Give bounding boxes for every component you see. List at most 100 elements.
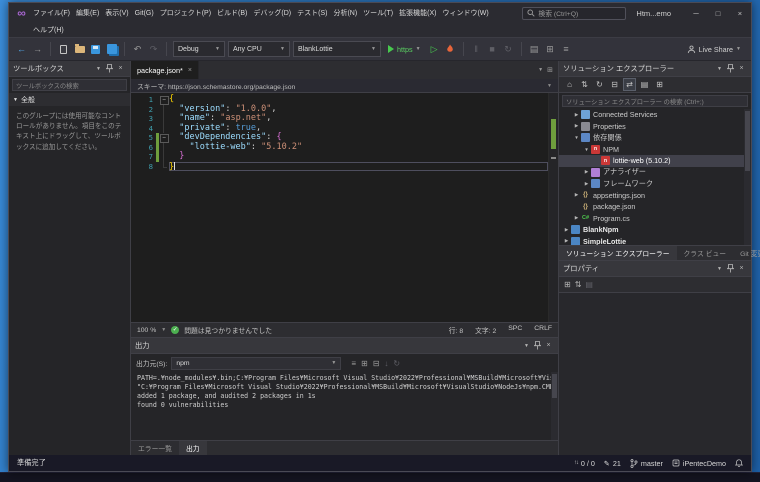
- expander-icon[interactable]: ▶: [573, 215, 580, 221]
- problems-status[interactable]: 問題は見つかりませんでした: [184, 325, 272, 335]
- tree-item-Connected-Services[interactable]: ▶ Connected Services: [559, 109, 751, 121]
- tab-出力[interactable]: 出力: [178, 441, 207, 455]
- tree-item-SimpleLottie[interactable]: ▶ SimpleLottie: [559, 236, 751, 245]
- pin-icon[interactable]: [725, 264, 736, 273]
- scroll-lock-icon[interactable]: ↓: [384, 359, 388, 368]
- tree-item-NPM[interactable]: ▼ n NPM: [559, 144, 751, 156]
- redo-icon[interactable]: ↷: [147, 42, 160, 57]
- repository-button[interactable]: iPentecDemo: [672, 459, 726, 468]
- menu-item[interactable]: ファイル(F): [30, 6, 73, 20]
- menu-item[interactable]: ウィンドウ(W): [439, 6, 491, 20]
- close-panel-icon[interactable]: ×: [736, 265, 747, 272]
- output-source-select[interactable]: npm ▼: [171, 356, 342, 370]
- tree-item-package.json[interactable]: {} package.json: [559, 201, 751, 213]
- word-wrap-icon[interactable]: ≡: [351, 359, 356, 368]
- show-all-files-icon[interactable]: ▤: [638, 78, 651, 91]
- menu-item[interactable]: 編集(E): [73, 6, 102, 20]
- clear-all-icon[interactable]: ⊟: [373, 359, 380, 368]
- expander-icon[interactable]: ▼: [583, 147, 590, 152]
- pending-edits-button[interactable]: ✎ 21: [604, 459, 621, 468]
- panel-menu-icon[interactable]: ▼: [714, 266, 725, 272]
- editor-scrollbar[interactable]: [548, 93, 558, 322]
- tree-item-Program.cs[interactable]: ▶ C# Program.cs: [559, 213, 751, 225]
- close-tab-icon[interactable]: ×: [188, 67, 192, 74]
- start-without-debugging-icon[interactable]: ▷: [428, 42, 441, 57]
- tab-エラー一覧[interactable]: エラー一覧: [131, 441, 179, 455]
- tree-item-アナライザー[interactable]: ▶ アナライザー: [559, 167, 751, 179]
- output-console[interactable]: PATH=.¥node_modules¥.bin;C:¥Program File…: [131, 372, 558, 440]
- pin-icon[interactable]: [725, 64, 736, 73]
- menu-item[interactable]: ビルド(B): [214, 6, 250, 20]
- caret-column-indicator[interactable]: 文字: 2: [475, 325, 496, 335]
- show-output-icon[interactable]: ⊞: [361, 359, 368, 368]
- panel-menu-icon[interactable]: ▼: [93, 66, 104, 72]
- categorized-icon[interactable]: ⊞: [564, 280, 571, 289]
- solution-explorer-search[interactable]: ソリューション エクスプローラー の検索 (Ctrl+;): [559, 93, 751, 109]
- alphabetical-icon[interactable]: ⇅: [575, 280, 582, 289]
- open-file-icon[interactable]: [73, 42, 86, 57]
- expander-icon[interactable]: ▶: [573, 123, 580, 129]
- switch-views-icon[interactable]: ⇅: [578, 78, 591, 91]
- tree-item-lottie-web-(5.10.2)[interactable]: n lottie-web (5.10.2): [559, 155, 751, 167]
- close-panel-icon[interactable]: ×: [736, 65, 747, 72]
- caret-line-indicator[interactable]: 行: 8: [449, 325, 463, 335]
- indent-mode-indicator[interactable]: SPC: [508, 325, 522, 335]
- notifications-button[interactable]: [735, 458, 743, 468]
- close-panel-icon[interactable]: ×: [115, 65, 126, 72]
- code-editor[interactable]: 1{2 "version": "1.0.0",3 "name": "asp.ne…: [131, 93, 558, 322]
- fold-collapse-icon[interactable]: [159, 95, 169, 105]
- live-share-button[interactable]: Live Share ▼: [687, 45, 745, 54]
- undo-icon[interactable]: ↶: [131, 42, 144, 57]
- fold-collapse-icon[interactable]: [159, 133, 169, 143]
- expander-icon[interactable]: ▶: [563, 227, 570, 233]
- menu-item[interactable]: プロジェクト(P): [157, 6, 214, 20]
- minimize-button[interactable]: ─: [685, 3, 707, 23]
- expander-icon[interactable]: ▶: [583, 169, 590, 175]
- maximize-button[interactable]: □: [707, 3, 729, 23]
- menu-item[interactable]: 分析(N): [330, 6, 360, 20]
- refresh-icon[interactable]: ↻: [393, 359, 400, 368]
- code-line-8[interactable]: 8}: [131, 161, 548, 171]
- tree-item-Properties[interactable]: ▶ Properties: [559, 121, 751, 133]
- new-file-icon[interactable]: [57, 42, 70, 57]
- menu-item[interactable]: ツール(T): [360, 6, 396, 20]
- close-button[interactable]: ×: [729, 3, 751, 23]
- platform-select[interactable]: Any CPU ▼: [228, 41, 290, 57]
- quick-search-input[interactable]: 検索 (Ctrl+Q): [522, 6, 627, 20]
- tree-item-appsettings.json[interactable]: ▶{} appsettings.json: [559, 190, 751, 202]
- windows-taskbar[interactable]: [0, 472, 760, 482]
- menu-item[interactable]: 拡張機能(X): [396, 6, 439, 20]
- nav-forward-icon[interactable]: →: [31, 42, 44, 57]
- expander-icon[interactable]: ▶: [583, 181, 590, 187]
- sync-with-active-document-icon[interactable]: ⇄: [623, 78, 636, 91]
- panel-menu-icon[interactable]: ▼: [714, 66, 725, 72]
- properties-icon[interactable]: ⊞: [653, 78, 666, 91]
- expander-icon[interactable]: ▶: [563, 238, 570, 244]
- refresh-icon[interactable]: ↻: [593, 78, 606, 91]
- more-commands-icon[interactable]: ≡: [560, 42, 573, 57]
- collapse-all-icon[interactable]: ⊟: [608, 78, 621, 91]
- expander-icon[interactable]: ▼: [573, 135, 580, 140]
- expander-icon[interactable]: ▶: [573, 192, 580, 198]
- menu-item[interactable]: 表示(V): [102, 6, 131, 20]
- branch-button[interactable]: master: [630, 459, 663, 468]
- tree-item-依存関係[interactable]: ▼ 依存関係: [559, 132, 751, 144]
- sync-commits-button[interactable]: ↑↓ 0 / 0: [574, 459, 595, 468]
- home-icon[interactable]: ⌂: [563, 78, 576, 91]
- menu-item[interactable]: Git(G): [132, 8, 157, 19]
- save-all-icon[interactable]: [105, 42, 118, 57]
- stop-icon[interactable]: ■: [486, 42, 499, 57]
- pin-icon[interactable]: [104, 64, 115, 73]
- toolbox-group-general[interactable]: ▼ 全般: [9, 93, 130, 106]
- document-list-icon[interactable]: ▼: [538, 67, 543, 73]
- close-panel-icon[interactable]: ×: [543, 342, 554, 349]
- split-window-icon[interactable]: ⊞: [547, 66, 553, 74]
- tab-Git 変更[interactable]: Git 変更: [733, 246, 760, 260]
- save-icon[interactable]: [89, 42, 102, 57]
- menu-item[interactable]: ヘルプ(H): [30, 23, 67, 37]
- toolbox-search[interactable]: ツールボックスの検索: [9, 77, 130, 93]
- find-in-files-icon[interactable]: ▤: [528, 42, 541, 57]
- hot-reload-icon[interactable]: [444, 42, 457, 57]
- tab-ソリューション エクスプローラー[interactable]: ソリューション エクスプローラー: [559, 246, 677, 260]
- tab-package-json[interactable]: package.json* ×: [131, 61, 199, 79]
